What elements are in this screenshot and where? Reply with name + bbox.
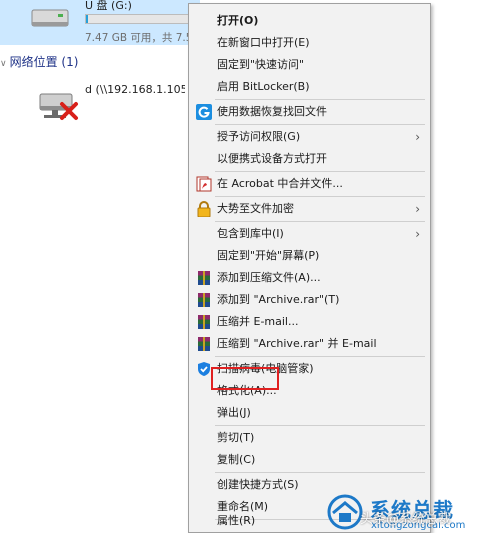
menu-item-pin-quick-access[interactable]: 固定到"快速访问" [189, 54, 430, 76]
menu-separator [215, 425, 425, 426]
menu-item-label: 包含到库中(I) [217, 227, 284, 240]
menu-item-label: 属性(R) [217, 514, 256, 527]
drive-usage-fill [86, 15, 89, 23]
menu-separator [215, 221, 425, 222]
menu-separator [215, 356, 425, 357]
drive-usage-bar [85, 14, 195, 24]
drive-name: U 盘 (G:) [85, 0, 132, 12]
menu-item-label: 剪切(T) [217, 431, 255, 444]
menu-item-label: 固定到"开始"屏幕(P) [217, 249, 320, 262]
network-drive-name: d (\\192.168.1.105) (2 [85, 83, 185, 96]
menu-item-label: 大势至文件加密 [217, 202, 294, 215]
menu-separator [215, 171, 425, 172]
winrar-icon [198, 271, 210, 285]
house-logo-icon [327, 494, 363, 530]
menu-item-pin-start[interactable]: 固定到"开始"屏幕(P) [189, 245, 430, 267]
menu-separator [215, 99, 425, 100]
menu-item-include-library[interactable]: 包含到库中(I) › [189, 223, 430, 245]
menu-item-create-shortcut[interactable]: 创建快捷方式(S) [189, 474, 430, 496]
menu-item-grant-access[interactable]: 授予访问权限(G) › [189, 126, 430, 148]
menu-item-label: 添加到压缩文件(A)... [217, 271, 321, 284]
menu-separator [215, 196, 425, 197]
menu-item-bitlocker[interactable]: 启用 BitLocker(B) [189, 76, 430, 98]
menu-item-label: 压缩到 "Archive.rar" 并 E-mail [217, 337, 377, 350]
lock-icon [197, 201, 211, 217]
menu-item-label: 在新窗口中打开(E) [217, 36, 310, 49]
acrobat-icon [196, 176, 212, 192]
context-menu: 打开(O) 在新窗口中打开(E) 固定到"快速访问" 启用 BitLocker(… [188, 3, 431, 533]
disconnected-network-drive-icon [39, 93, 78, 120]
menu-separator [215, 124, 425, 125]
menu-item-recover-files[interactable]: 使用数据恢复找回文件 [189, 101, 430, 123]
menu-separator [215, 472, 425, 473]
watermark-credit: 头条@系统总裁 [360, 512, 452, 527]
menu-item-label: 创建快捷方式(S) [217, 478, 299, 491]
recovery-g-icon [196, 104, 212, 120]
menu-item-label: 弹出(J) [217, 406, 251, 419]
chevron-down-icon: ∨ [0, 59, 7, 69]
menu-item-label: 固定到"快速访问" [217, 58, 305, 71]
network-locations-title: 网络位置 (1) [9, 55, 79, 69]
menu-item-label: 在 Acrobat 中合并文件... [217, 177, 343, 190]
network-locations-header[interactable]: ∨ 网络位置 (1) [0, 53, 78, 70]
submenu-arrow-icon: › [415, 227, 420, 241]
format-highlight-box [211, 367, 279, 390]
drive-free-space: 7.47 GB 可用，共 7.5 [85, 32, 193, 44]
menu-item-eject[interactable]: 弹出(J) [189, 402, 430, 424]
menu-item-compress-email[interactable]: 压缩并 E-mail... [189, 311, 430, 333]
menu-item-label: 授予访问权限(G) [217, 130, 301, 143]
menu-item-compress-rar-email[interactable]: 压缩到 "Archive.rar" 并 E-mail [189, 333, 430, 355]
winrar-icon [198, 293, 210, 307]
menu-item-copy[interactable]: 复制(C) [189, 449, 430, 471]
menu-item-add-archive[interactable]: 添加到压缩文件(A)... [189, 267, 430, 289]
menu-item-label: 复制(C) [217, 453, 256, 466]
menu-item-acrobat-merge[interactable]: 在 Acrobat 中合并文件... [189, 173, 430, 195]
submenu-arrow-icon: › [415, 130, 420, 144]
menu-item-label: 使用数据恢复找回文件 [217, 105, 327, 118]
menu-item-add-archive-rar[interactable]: 添加到 "Archive.rar"(T) [189, 289, 430, 311]
menu-item-label: 添加到 "Archive.rar"(T) [217, 293, 340, 306]
menu-item-open-new-window[interactable]: 在新窗口中打开(E) [189, 32, 430, 54]
menu-item-open-portable[interactable]: 以便携式设备方式打开 [189, 148, 430, 170]
menu-item-encrypt[interactable]: 大势至文件加密 › [189, 198, 430, 220]
submenu-arrow-icon: › [415, 202, 420, 216]
winrar-icon [198, 315, 210, 329]
menu-item-cut[interactable]: 剪切(T) [189, 427, 430, 449]
menu-item-label: 以便携式设备方式打开 [217, 152, 327, 165]
menu-item-label: 压缩并 E-mail... [217, 315, 299, 328]
usb-drive-icon [31, 9, 69, 27]
menu-item-label: 打开(O) [217, 14, 259, 27]
menu-item-open[interactable]: 打开(O) [189, 10, 430, 32]
shield-icon [198, 362, 210, 376]
winrar-icon [198, 337, 210, 351]
menu-item-label: 启用 BitLocker(B) [217, 80, 310, 93]
